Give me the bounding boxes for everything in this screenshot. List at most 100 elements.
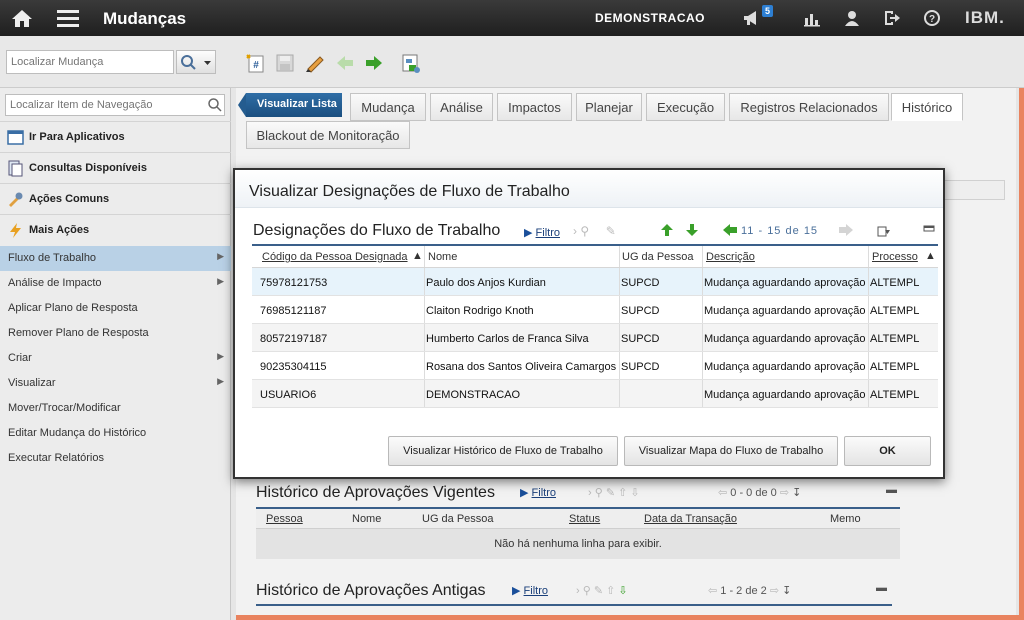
pager-of: de [755, 487, 768, 499]
download-icon[interactable] [877, 224, 891, 241]
previous-record-icon[interactable] [335, 53, 355, 76]
view-workflow-map-button[interactable]: Visualizar Mapa do Fluxo de Trabalho [624, 436, 838, 466]
cell-name: Paulo dos Anjos Kurdian [426, 277, 546, 289]
pager-total: 15 [803, 225, 819, 237]
profile-icon[interactable] [843, 9, 861, 30]
sidebar-item-label: Editar Mudança do Histórico [8, 427, 147, 439]
filter-arrow-icon: ▶ [520, 487, 529, 499]
search-button[interactable] [176, 50, 216, 74]
sidebar-item-run-reports[interactable]: Executar Relatórios [0, 446, 231, 471]
column-divider [424, 268, 425, 295]
filter-link[interactable]: Filtro [536, 227, 560, 239]
tab-plan[interactable]: Planejar [576, 93, 642, 121]
table-row[interactable]: 76985121187 Claiton Rodrigo Knoth SUPCD … [252, 296, 938, 324]
nav-header-label: Consultas Disponíveis [29, 162, 147, 174]
sidebar-item-apply-response-plan[interactable]: Aplicar Plano de Resposta [0, 296, 231, 321]
tab-related-records[interactable]: Registros Relacionados [729, 93, 889, 121]
column-divider [868, 352, 869, 379]
column-header[interactable]: Status [569, 513, 600, 525]
download-icon[interactable]: ↧ [782, 585, 791, 597]
logout-icon[interactable] [883, 9, 901, 30]
arrow-up-icon[interactable] [660, 223, 674, 240]
sidebar-item-edit-history[interactable]: Editar Mudança do Histórico [0, 421, 231, 446]
menu-icon[interactable] [56, 8, 80, 31]
download-icon[interactable]: ↧ [792, 487, 801, 499]
assignments-table: Código da Pessoa Designada ▲ Nome UG da … [252, 244, 938, 408]
search-icon[interactable] [207, 97, 223, 116]
column-header[interactable]: Pessoa [266, 513, 303, 525]
filter-link[interactable]: Filtro [524, 585, 548, 597]
column-divider [619, 352, 620, 379]
next-page-icon[interactable] [838, 223, 854, 240]
column-header[interactable]: Código da Pessoa Designada [262, 251, 408, 263]
nav-go-to-applications[interactable]: Ir Para Aplicativos [0, 121, 231, 152]
filter-link[interactable]: Filtro [532, 487, 556, 499]
report-icon[interactable] [803, 9, 821, 30]
cell-description: Mudança aguardando aprovação [704, 333, 866, 345]
column-divider [702, 352, 703, 379]
prev-page-icon[interactable] [722, 223, 738, 240]
sort-icon[interactable]: ▲ [412, 250, 423, 262]
nav-more-actions[interactable]: Mais Ações [0, 214, 231, 245]
column-divider [619, 380, 620, 407]
save-icon[interactable] [275, 53, 295, 76]
prev-page-icon[interactable]: ⇦ [708, 585, 717, 597]
table-row[interactable]: 80572197187 Humberto Carlos de Franca Si… [252, 324, 938, 352]
workflow-route-icon[interactable] [400, 53, 422, 78]
nav-common-actions[interactable]: Ações Comuns [0, 183, 231, 214]
nav-available-queries[interactable]: Consultas Disponíveis [0, 152, 231, 183]
next-page-icon[interactable]: ⇨ [780, 487, 789, 499]
grid-tools-icons: › ⚲ ✎ ⇧ ⇩ [576, 585, 628, 597]
column-header[interactable]: Processo [872, 251, 918, 263]
column-divider [424, 352, 425, 379]
collapse-icon[interactable] [923, 223, 935, 237]
sort-icon[interactable]: ▲ [925, 250, 936, 262]
tools-icon [7, 191, 24, 211]
tab-history[interactable]: Histórico [891, 93, 963, 121]
navigation-search-input[interactable] [5, 94, 225, 116]
table-header: Pessoa Nome UG da Pessoa Status Data da … [256, 509, 900, 529]
edit-icon[interactable] [304, 53, 326, 76]
list-view-button[interactable]: Visualizar Lista [238, 93, 342, 117]
column-header[interactable]: Descrição [706, 251, 755, 263]
tab-change[interactable]: Mudança [350, 93, 426, 121]
tab-monitoring-blackout[interactable]: Blackout de Monitoração [246, 121, 410, 149]
column-divider [424, 296, 425, 323]
cell-process: ALTEMPL [870, 305, 920, 317]
collapse-icon[interactable]: ▬ [876, 582, 887, 594]
next-page-icon[interactable]: ⇨ [770, 585, 779, 597]
sidebar-item-impact-analysis[interactable]: Análise de Impacto ▶ [0, 271, 231, 296]
column-header[interactable]: Data da Transação [644, 513, 737, 525]
arrow-down-icon[interactable] [685, 223, 699, 240]
megaphone-icon[interactable] [742, 9, 760, 30]
sidebar-item-remove-response-plan[interactable]: Remover Plano de Resposta [0, 321, 231, 346]
next-record-icon[interactable] [364, 53, 384, 76]
sidebar-item-view[interactable]: Visualizar ▶ [0, 371, 231, 396]
new-record-icon[interactable]: # [245, 53, 265, 76]
prev-page-icon[interactable]: ⇦ [718, 487, 727, 499]
change-search-input[interactable] [6, 50, 174, 74]
ok-button[interactable]: OK [844, 436, 931, 466]
sidebar-item-create[interactable]: Criar ▶ [0, 346, 231, 371]
navigation-sidebar: Ir Para Aplicativos Consultas Disponívei… [0, 88, 231, 620]
table-row[interactable]: 90235304115 Rosana dos Santos Oliveira C… [252, 352, 938, 380]
chevron-right-icon: ▶ [217, 351, 224, 361]
view-workflow-history-button[interactable]: Visualizar Histórico de Fluxo de Trabalh… [388, 436, 618, 466]
sidebar-item-move-swap-modify[interactable]: Mover/Trocar/Modificar [0, 396, 231, 421]
tab-execution[interactable]: Execução [646, 93, 725, 121]
sidebar-item-workflow[interactable]: Fluxo de Trabalho ▶ [0, 246, 231, 271]
tab-analysis[interactable]: Análise [430, 93, 493, 121]
cell-description: Mudança aguardando aprovação [704, 277, 866, 289]
home-icon[interactable] [10, 8, 34, 31]
help-icon[interactable]: ? [923, 9, 941, 30]
cell-person-code: 90235304115 [260, 361, 327, 373]
table-row[interactable]: 75978121753 Paulo dos Anjos Kurdian SUPC… [252, 268, 938, 296]
tab-impacts[interactable]: Impactos [497, 93, 572, 121]
filter-toggle[interactable]: ▶ Filtro [524, 226, 560, 239]
cell-name: Humberto Carlos de Franca Silva [426, 333, 589, 345]
filter-toggle[interactable]: ▶ Filtro [520, 486, 556, 499]
pager: ⇦ 0 - 0 de 0 ⇨ ↧ [718, 486, 801, 499]
collapse-icon[interactable]: ▬ [886, 484, 897, 496]
filter-toggle[interactable]: ▶ Filtro [512, 584, 548, 597]
table-row[interactable]: USUARIO6 DEMONSTRACAO Mudança aguardando… [252, 380, 938, 408]
